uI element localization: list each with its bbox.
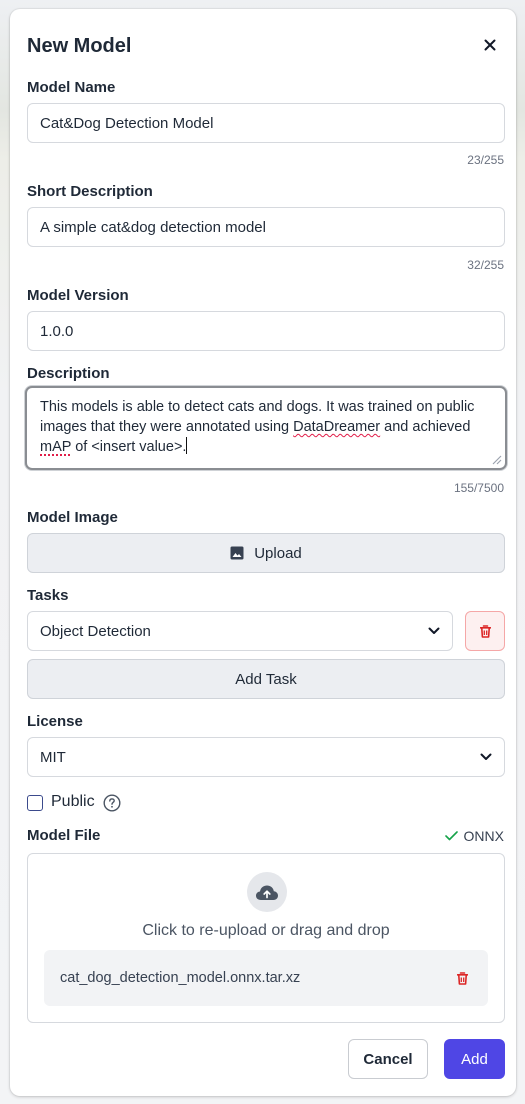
close-button[interactable] — [478, 33, 502, 57]
close-icon — [484, 39, 496, 51]
short-description-counter: 32/255 — [467, 258, 504, 272]
model-version-value: 1.0.0 — [40, 322, 74, 340]
model-version-input[interactable]: 1.0.0 — [27, 311, 505, 351]
add-button[interactable]: Add — [444, 1039, 505, 1079]
format-badge-label: ONNX — [463, 828, 504, 844]
short-description-input[interactable]: A simple cat&dog detection model — [27, 207, 505, 247]
cancel-button[interactable]: Cancel — [348, 1039, 428, 1079]
chevron-down-icon — [480, 753, 492, 760]
description-counter: 155/7500 — [453, 481, 504, 495]
uploaded-file-item: cat_dog_detection_model.onnx.tar.xz — [44, 950, 488, 1006]
remove-file-button[interactable] — [452, 968, 472, 988]
model-name-value: Cat&Dog Detection Model — [40, 114, 214, 132]
image-icon — [230, 546, 244, 560]
public-label: Public — [51, 793, 95, 810]
short-description-value: A simple cat&dog detection model — [40, 218, 266, 236]
upload-icon-circle — [247, 872, 287, 912]
resize-grip-icon[interactable] — [490, 453, 502, 465]
new-model-dialog: New Model Model Name Cat&Dog Detection M… — [10, 9, 516, 1096]
description-spellcheck-word-1: DataDreamer — [293, 419, 381, 435]
task-select[interactable]: Object Detection — [27, 611, 453, 651]
license-select[interactable]: MIT — [27, 737, 505, 777]
description-spellcheck-word-2: mAP — [40, 439, 72, 455]
add-task-button[interactable]: Add Task — [27, 659, 505, 699]
help-icon[interactable] — [103, 794, 121, 812]
short-description-label: Short Description — [27, 183, 153, 200]
trash-icon — [456, 971, 468, 985]
model-image-label: Model Image — [27, 509, 118, 526]
text-caret — [186, 437, 188, 454]
dropzone-instructions: Click to re-upload or drag and drop — [142, 922, 390, 939]
chevron-down-icon — [428, 627, 440, 634]
add-task-label: Add Task — [235, 670, 297, 688]
model-name-label: Model Name — [27, 79, 116, 96]
delete-task-button[interactable] — [465, 611, 505, 651]
check-icon — [444, 831, 458, 841]
license-label: License — [27, 713, 83, 730]
tasks-label: Tasks — [27, 587, 69, 604]
dialog-title: New Model — [27, 35, 132, 57]
uploaded-file-name: cat_dog_detection_model.onnx.tar.xz — [60, 970, 301, 986]
task-select-value: Object Detection — [40, 622, 151, 640]
model-file-label: Model File — [27, 827, 101, 844]
trash-icon — [479, 624, 491, 638]
model-name-input[interactable]: Cat&Dog Detection Model — [27, 103, 505, 143]
format-badge: ONNX — [444, 828, 504, 844]
license-select-value: MIT — [40, 748, 66, 766]
model-version-label: Model Version — [27, 287, 129, 304]
model-name-counter: 23/255 — [467, 153, 504, 167]
cloud-upload-icon — [256, 885, 278, 900]
description-text-3: of <insert value>. — [71, 439, 187, 455]
upload-image-button[interactable]: Upload — [27, 533, 505, 573]
description-textarea[interactable]: This models is able to detect cats and d… — [25, 386, 507, 470]
description-text-2: and achieved — [380, 419, 471, 435]
file-dropzone[interactable]: Click to re-upload or drag and drop cat_… — [27, 853, 505, 1023]
public-checkbox[interactable] — [27, 795, 43, 811]
upload-image-label: Upload — [254, 544, 302, 562]
description-label: Description — [27, 365, 110, 382]
